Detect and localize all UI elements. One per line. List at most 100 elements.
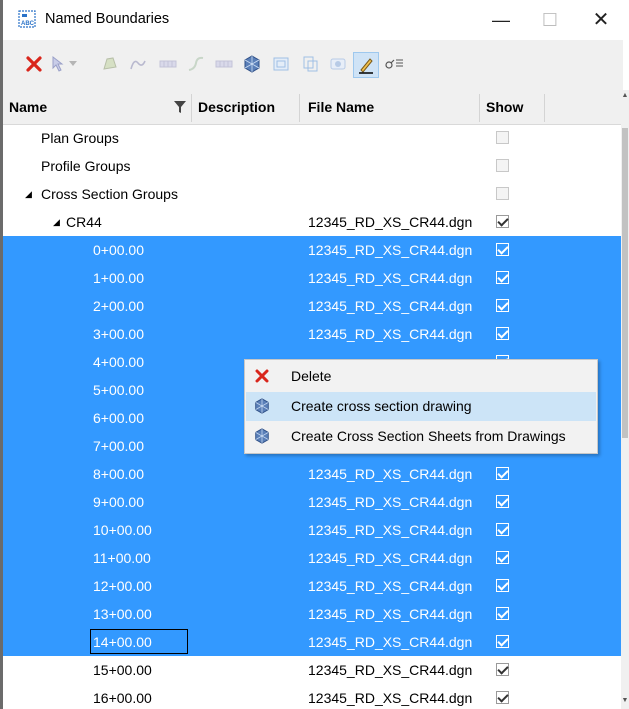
- menu-item-delete[interactable]: Delete: [246, 362, 596, 391]
- vertical-scrollbar[interactable]: ▲ ▼: [621, 90, 629, 709]
- menu-item-label: Create cross section drawing: [291, 398, 472, 414]
- show-checkbox[interactable]: [496, 635, 509, 648]
- row-file-name: 12345_RD_XS_CR44.dgn: [308, 214, 473, 230]
- row-name: 12+00.00: [93, 578, 152, 594]
- row-file-name: 12345_RD_XS_CR44.dgn: [308, 522, 473, 538]
- tree-row[interactable]: 11+00.00 12345_RD_XS_CR44.dgn: [3, 544, 621, 572]
- show-checkbox[interactable]: [496, 467, 509, 480]
- show-checkbox[interactable]: [496, 579, 509, 592]
- dropdown-arrow-icon[interactable]: [67, 53, 79, 75]
- scroll-thumb[interactable]: [622, 128, 628, 438]
- tree-row[interactable]: ◢ CR44 12345_RD_XS_CR44.dgn: [3, 208, 621, 236]
- row-name: Cross Section Groups: [41, 186, 178, 202]
- show-checkbox[interactable]: [496, 159, 509, 172]
- show-checkbox[interactable]: [496, 495, 509, 508]
- tree-row[interactable]: 1+00.00 12345_RD_XS_CR44.dgn: [3, 264, 621, 292]
- tree-row[interactable]: 15+00.00 12345_RD_XS_CR44.dgn: [3, 656, 621, 684]
- show-checkbox[interactable]: [496, 663, 509, 676]
- show-checkbox[interactable]: [496, 131, 509, 144]
- delete-icon[interactable]: [23, 53, 45, 75]
- row-file-name: 12345_RD_XS_CR44.dgn: [308, 298, 473, 314]
- row-name: 16+00.00: [93, 690, 152, 706]
- grid2-icon[interactable]: [213, 53, 235, 75]
- column-separator[interactable]: [191, 94, 192, 122]
- frame-icon[interactable]: [270, 53, 292, 75]
- column-separator[interactable]: [544, 94, 545, 122]
- create-drawing-icon: [253, 397, 271, 415]
- expand-collapse-icon[interactable]: ◢: [53, 208, 60, 236]
- tree-row[interactable]: 8+00.00 12345_RD_XS_CR44.dgn: [3, 460, 621, 488]
- column-header-row: Name Description File Name Show: [3, 90, 621, 125]
- menu-item-label: Delete: [291, 368, 332, 384]
- show-checkbox[interactable]: [496, 327, 509, 340]
- tree-row[interactable]: 9+00.00 12345_RD_XS_CR44.dgn: [3, 488, 621, 516]
- delete-icon: [253, 367, 271, 385]
- row-name: 13+00.00: [93, 606, 152, 622]
- row-name: 6+00.00: [93, 410, 144, 426]
- menu-item-label: Create Cross Section Sheets from Drawing…: [291, 428, 566, 444]
- grid-icon[interactable]: [157, 53, 179, 75]
- tree-row[interactable]: 16+00.00 12345_RD_XS_CR44.dgn: [3, 684, 621, 709]
- menu-item-create-cross-section-drawing[interactable]: Create cross section drawing: [246, 392, 596, 421]
- tree-row[interactable]: 3+00.00 12345_RD_XS_CR44.dgn: [3, 320, 621, 348]
- maximize-button[interactable]: ☐: [535, 6, 565, 34]
- tree-row[interactable]: 14+00.00 12345_RD_XS_CR44.dgn: [3, 628, 621, 656]
- show-checkbox[interactable]: [496, 187, 509, 200]
- tree-row[interactable]: ◢ Cross Section Groups: [3, 180, 621, 208]
- row-name: 5+00.00: [93, 382, 144, 398]
- window-title: Named Boundaries: [45, 11, 170, 27]
- row-name: 4+00.00: [93, 354, 144, 370]
- close-button[interactable]: ✕: [586, 6, 616, 34]
- column-header-show[interactable]: Show: [486, 90, 523, 124]
- row-name: Profile Groups: [41, 158, 131, 174]
- show-checkbox[interactable]: [496, 299, 509, 312]
- expand-collapse-icon[interactable]: ◢: [25, 180, 32, 208]
- show-checkbox[interactable]: [496, 523, 509, 536]
- column-header-name[interactable]: Name: [9, 90, 47, 124]
- show-checkbox[interactable]: [496, 243, 509, 256]
- show-checkbox[interactable]: [496, 215, 509, 228]
- filter-settings-icon[interactable]: [383, 53, 405, 75]
- row-name: 10+00.00: [93, 522, 152, 538]
- filter-icon[interactable]: [173, 100, 187, 114]
- select-boundary-icon[interactable]: [47, 53, 69, 75]
- tree-row[interactable]: 12+00.00 12345_RD_XS_CR44.dgn: [3, 572, 621, 600]
- tree-row[interactable]: Profile Groups: [3, 152, 621, 180]
- scroll-up-arrow-icon[interactable]: ▲: [621, 92, 629, 102]
- row-name: CR44: [66, 214, 102, 230]
- show-checkbox[interactable]: [496, 691, 509, 704]
- alignment-icon[interactable]: [185, 53, 207, 75]
- tree-row[interactable]: 10+00.00 12345_RD_XS_CR44.dgn: [3, 516, 621, 544]
- row-file-name: 12345_RD_XS_CR44.dgn: [308, 578, 473, 594]
- boundary-display-icon[interactable]: [327, 53, 349, 75]
- show-checkbox[interactable]: [496, 551, 509, 564]
- show-checkbox[interactable]: [496, 607, 509, 620]
- show-checkbox[interactable]: [496, 271, 509, 284]
- create-drawing-icon[interactable]: [241, 53, 263, 75]
- tree-row[interactable]: 2+00.00 12345_RD_XS_CR44.dgn: [3, 292, 621, 320]
- sheet-icon[interactable]: [299, 53, 321, 75]
- row-file-name: 12345_RD_XS_CR44.dgn: [308, 690, 473, 706]
- row-file-name: 12345_RD_XS_CR44.dgn: [308, 270, 473, 286]
- row-file-name: 12345_RD_XS_CR44.dgn: [308, 494, 473, 510]
- menu-item-create-cross-section-sheets[interactable]: Create Cross Section Sheets from Drawing…: [246, 422, 596, 451]
- column-separator[interactable]: [479, 94, 480, 122]
- row-name: 2+00.00: [93, 298, 144, 314]
- column-header-file-name[interactable]: File Name: [308, 90, 374, 124]
- row-name: Plan Groups: [41, 130, 119, 146]
- minimize-button[interactable]: —: [486, 6, 516, 34]
- column-header-description[interactable]: Description: [198, 90, 275, 124]
- column-separator[interactable]: [299, 94, 300, 122]
- boundary-icon[interactable]: [99, 53, 121, 75]
- row-name: 15+00.00: [93, 662, 152, 678]
- row-file-name: 12345_RD_XS_CR44.dgn: [308, 634, 473, 650]
- title-bar[interactable]: ABC Named Boundaries — ☐ ✕: [3, 0, 629, 40]
- row-name: 14+00.00: [93, 634, 152, 650]
- profile-icon[interactable]: [127, 53, 149, 75]
- row-name: 0+00.00: [93, 242, 144, 258]
- edit-pen-icon[interactable]: [353, 52, 379, 78]
- tree-row[interactable]: 0+00.00 12345_RD_XS_CR44.dgn: [3, 236, 621, 264]
- tree-row[interactable]: 13+00.00 12345_RD_XS_CR44.dgn: [3, 600, 621, 628]
- tree-row[interactable]: Plan Groups: [3, 124, 621, 152]
- scroll-down-arrow-icon[interactable]: ▼: [621, 697, 629, 707]
